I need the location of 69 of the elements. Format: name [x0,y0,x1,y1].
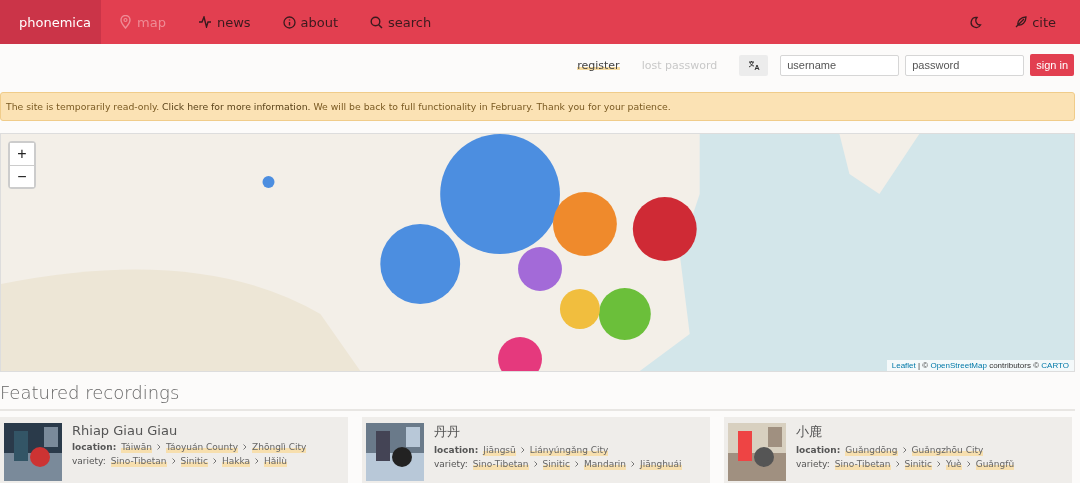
breadcrumb-link[interactable]: Liányúngǎng City [529,443,609,457]
chevron-icon [533,461,538,467]
breadcrumb-link[interactable]: Sino-Tibetan [472,457,529,471]
language-button[interactable] [739,54,769,76]
read-only-notice: The site is temporarily read-only. Click here for more information. We will be back to full functionality in February. Thank you for your patience. [0,92,1075,121]
breadcrumb-link[interactable]: Sinitic [542,457,570,471]
zoom-out-button[interactable]: − [10,165,34,187]
register-link[interactable]: register [577,58,620,72]
chevron-icon [936,461,941,467]
breadcrumb-link[interactable]: Guǎngfǔ [975,457,1015,471]
nav-link[interactable]: news [181,0,267,44]
field-label: location: [796,444,841,457]
breadcrumb-link[interactable]: Táoyuán County [165,440,239,454]
password-field[interactable]: password [905,54,1025,76]
search-icon [370,15,384,29]
chevron-icon [255,458,260,464]
nav-link[interactable]: cite [998,0,1072,44]
attribution-link[interactable]: Leaflet [891,361,916,370]
chevron-icon [631,461,636,467]
chevron-icon [966,461,971,467]
breadcrumb-link[interactable]: Mandarin [583,457,627,471]
chevron-icon [895,461,900,467]
brand-link[interactable]: phonemica [0,0,101,44]
chevron-icon [574,461,579,467]
chevron-icon [171,458,176,464]
breadcrumb-link[interactable]: Sinitic [180,454,208,468]
breadcrumb-link[interactable]: Jiāngsū [483,443,516,457]
breadcrumb-link[interactable]: Zhōnglì City [252,440,307,454]
recording-card[interactable]: Rhiap Giau Giau location: Táiwān Táoyuán County Zhōnglì City variety: Sino-Tibetan Sinitic Hakka Hǎilù [0,417,348,483]
field-label: variety: [796,458,830,471]
breadcrumb-link[interactable]: Sino-Tibetan [834,457,891,471]
pin-icon [119,15,132,29]
field-label: location: [434,444,479,457]
info-icon [282,15,296,29]
nav-link[interactable]: search [354,0,448,44]
attribution-link[interactable]: OpenStreetMap [930,361,987,370]
sign-in-button[interactable]: sign in [1030,54,1074,76]
map-attribution: Leaflet | © OpenStreetMap contributors © CARTO [886,360,1074,371]
chevron-icon [520,447,525,453]
attribution-link[interactable]: CARTO [1041,361,1069,370]
breadcrumb-link[interactable]: Guǎngdōng [845,443,898,457]
pulse-icon [197,16,212,28]
chevron-icon [902,447,907,453]
breadcrumb-link[interactable]: Hakka [221,454,251,468]
breadcrumb-link[interactable]: Yuè [945,457,962,471]
recording-title[interactable]: 丹丹 [434,423,682,441]
recording-title[interactable]: Rhiap Giau Giau [72,423,307,438]
moon-icon [969,15,983,29]
field-label: variety: [434,458,468,471]
chevron-icon [212,458,217,464]
breadcrumb-link[interactable]: Sinitic [904,457,932,471]
breadcrumb-link[interactable]: Táiwān [121,440,152,454]
recording-card[interactable]: 丹丹 location: Jiāngsū Liányúngǎng City variety: Sino-Tibetan Sinitic Mandarin Jiānghuái [362,417,710,483]
chevron-icon [156,444,161,450]
section-heading: Featured recordings [0,382,1075,411]
info-link[interactable]: Click here for more information. [162,101,311,112]
recording-card[interactable]: 小鹿 location: Guǎngdōng Guǎngzhōu City variety: Sino-Tibetan Sinitic Yuè Guǎngfǔ [724,417,1072,483]
breadcrumb-link[interactable]: Sino-Tibetan [110,454,167,468]
breadcrumb-link[interactable]: Guǎngzhōu City [911,443,984,457]
username-field[interactable]: username [780,54,900,76]
nav-link[interactable]: about [266,0,355,44]
breadcrumb-link[interactable]: Hǎilù [264,454,288,468]
feather-icon [1014,15,1028,29]
translate-icon [747,59,760,71]
breadcrumb-link[interactable]: Jiānghuái [640,457,682,471]
field-label: location: [72,441,117,454]
chevron-icon [243,444,248,450]
field-label: variety: [72,455,106,468]
recording-title[interactable]: 小鹿 [796,423,1015,441]
